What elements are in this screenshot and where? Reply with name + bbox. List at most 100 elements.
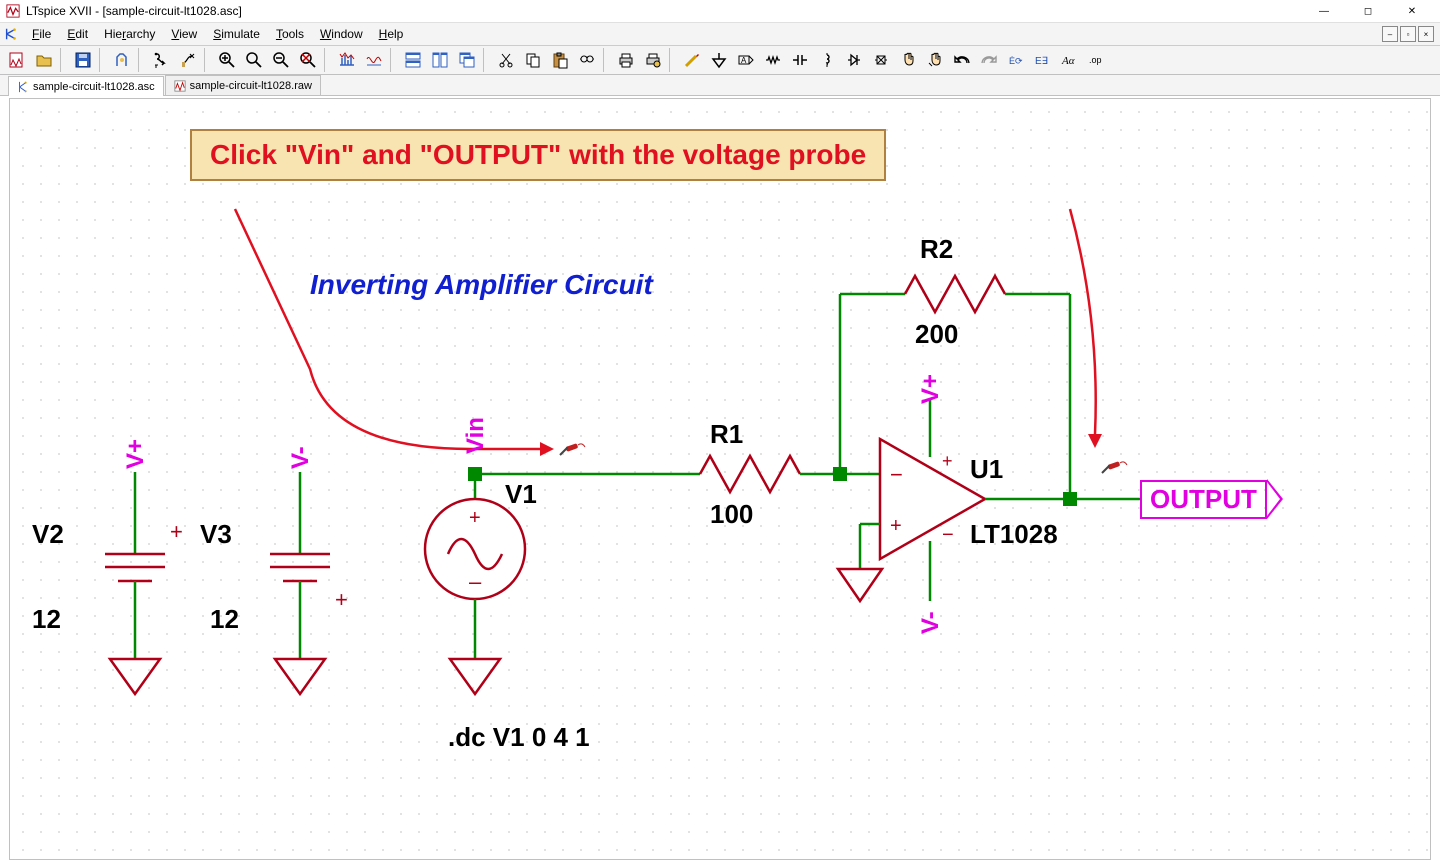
tb-new-schematic[interactable] (4, 47, 30, 73)
tb-toggle-plot[interactable] (361, 47, 387, 73)
v3-ref[interactable]: V3 (200, 519, 232, 550)
tb-copy[interactable] (520, 47, 546, 73)
component-r1[interactable] (700, 456, 800, 492)
net-u1-vpos[interactable]: V+ (917, 374, 945, 404)
r2-value[interactable]: 200 (915, 319, 958, 350)
svg-text:+: + (942, 451, 953, 471)
component-v3[interactable]: + (270, 472, 348, 694)
component-u1[interactable]: − + + − (880, 399, 985, 601)
u1-model[interactable]: LT1028 (970, 519, 1058, 550)
schematic-title[interactable]: Inverting Amplifier Circuit (310, 269, 653, 301)
tb-move[interactable] (895, 47, 921, 73)
v2-value[interactable]: 12 (32, 604, 61, 635)
net-u1-vneg[interactable]: V- (917, 611, 945, 634)
node-vin[interactable] (468, 467, 482, 481)
tb-capacitor[interactable] (787, 47, 813, 73)
net-flag-output[interactable]: OUTPUT (1140, 479, 1283, 519)
v1-ref[interactable]: V1 (505, 479, 537, 510)
tb-autorange[interactable] (334, 47, 360, 73)
menu-edit[interactable]: Edit (59, 25, 96, 43)
window-title: LTspice XVII - [sample-circuit-lt1028.as… (26, 4, 1296, 18)
mdi-close-button[interactable]: × (1418, 26, 1434, 42)
svg-text:+: + (170, 519, 183, 544)
v3-value[interactable]: 12 (210, 604, 239, 635)
tb-cascade[interactable] (454, 47, 480, 73)
probe-icon-vin (558, 441, 586, 457)
window-minimize-button[interactable]: — (1302, 0, 1346, 22)
tb-zoom-extents[interactable] (295, 47, 321, 73)
tb-label-net[interactable]: A (733, 47, 759, 73)
tab-waveform-label: sample-circuit-lt1028.raw (190, 80, 312, 92)
menu-window[interactable]: Window (312, 25, 371, 43)
tb-tile-vert[interactable] (427, 47, 453, 73)
tb-run[interactable] (148, 47, 174, 73)
component-r2[interactable] (905, 276, 1005, 312)
tb-spice-directive[interactable]: .op (1084, 47, 1110, 73)
tb-print-setup[interactable] (640, 47, 666, 73)
tb-zoom-out[interactable] (268, 47, 294, 73)
svg-text:−: − (890, 462, 903, 487)
window-close-button[interactable]: ✕ (1390, 0, 1434, 22)
tb-print[interactable] (613, 47, 639, 73)
tb-drag[interactable] (922, 47, 948, 73)
tb-diode[interactable] (841, 47, 867, 73)
v2-ref[interactable]: V2 (32, 519, 64, 550)
tb-resistor[interactable] (760, 47, 786, 73)
tb-save[interactable] (70, 47, 96, 73)
tb-draw-wire[interactable] (679, 47, 705, 73)
app-icon (6, 4, 20, 18)
mdi-minimize-button[interactable]: – (1382, 26, 1398, 42)
svg-text:+: + (335, 587, 348, 612)
tb-halt[interactable] (175, 47, 201, 73)
r2-ref[interactable]: R2 (920, 234, 953, 265)
svg-text:A: A (741, 56, 747, 65)
schematic-canvas[interactable]: + + + – (9, 98, 1431, 860)
svg-text:+: + (469, 507, 481, 529)
r1-ref[interactable]: R1 (710, 419, 743, 450)
net-v2-vpos[interactable]: V+ (122, 439, 150, 469)
toolbar: A Ė⟳ E∃ Aα .op (0, 46, 1440, 75)
arrow-head-vin (540, 442, 554, 456)
tb-rotate[interactable]: Ė⟳ (1003, 47, 1029, 73)
net-v3-vneg[interactable]: V- (287, 446, 315, 469)
tb-tile-horz[interactable] (400, 47, 426, 73)
node-fb[interactable] (833, 467, 847, 481)
menu-view[interactable]: View (163, 25, 205, 43)
svg-text:−: − (942, 524, 954, 546)
tb-undo[interactable] (949, 47, 975, 73)
tb-ground[interactable] (706, 47, 732, 73)
tb-redo[interactable] (976, 47, 1002, 73)
tb-zoom-in[interactable] (214, 47, 240, 73)
tutorial-note-text: Click "Vin" and "OUTPUT" with the voltag… (210, 139, 866, 170)
tb-mirror[interactable]: E∃ (1030, 47, 1056, 73)
tb-inductor[interactable] (814, 47, 840, 73)
window-maximize-button[interactable]: ◻ (1346, 0, 1390, 22)
tab-schematic-label: sample-circuit-lt1028.asc (33, 81, 155, 93)
net-vin[interactable]: Vin (462, 417, 490, 454)
component-v2[interactable]: + (105, 472, 183, 694)
menu-tools[interactable]: Tools (268, 25, 312, 43)
mdi-restore-button[interactable]: ▫ (1400, 26, 1416, 42)
svg-text:.op: .op (1089, 55, 1102, 65)
tb-place-text[interactable]: Aα (1057, 47, 1083, 73)
menu-hierarchy[interactable]: Hierarchy (96, 25, 163, 43)
tb-control-panel[interactable] (109, 47, 135, 73)
r1-value[interactable]: 100 (710, 499, 753, 530)
tb-cut[interactable] (493, 47, 519, 73)
tb-zoom-pan[interactable] (241, 47, 267, 73)
svg-text:E∃: E∃ (1035, 56, 1048, 67)
tab-waveform[interactable]: sample-circuit-lt1028.raw (165, 75, 321, 95)
tb-find[interactable] (574, 47, 600, 73)
menu-help[interactable]: Help (371, 25, 412, 43)
tb-open[interactable] (31, 47, 57, 73)
tb-component[interactable] (868, 47, 894, 73)
menu-file[interactable]: FFileile (24, 25, 59, 43)
window-titlebar: LTspice XVII - [sample-circuit-lt1028.as… (0, 0, 1440, 23)
tb-paste[interactable] (547, 47, 573, 73)
tab-schematic[interactable]: sample-circuit-lt1028.asc (8, 76, 164, 96)
menu-simulate[interactable]: Simulate (205, 25, 268, 43)
node-out[interactable] (1063, 492, 1077, 506)
u1-ref[interactable]: U1 (970, 454, 1003, 485)
spice-directive[interactable]: .dc V1 0 4 1 (448, 722, 590, 753)
menu-bar: FFileile Edit Hierarchy View Simulate To… (0, 23, 1440, 46)
